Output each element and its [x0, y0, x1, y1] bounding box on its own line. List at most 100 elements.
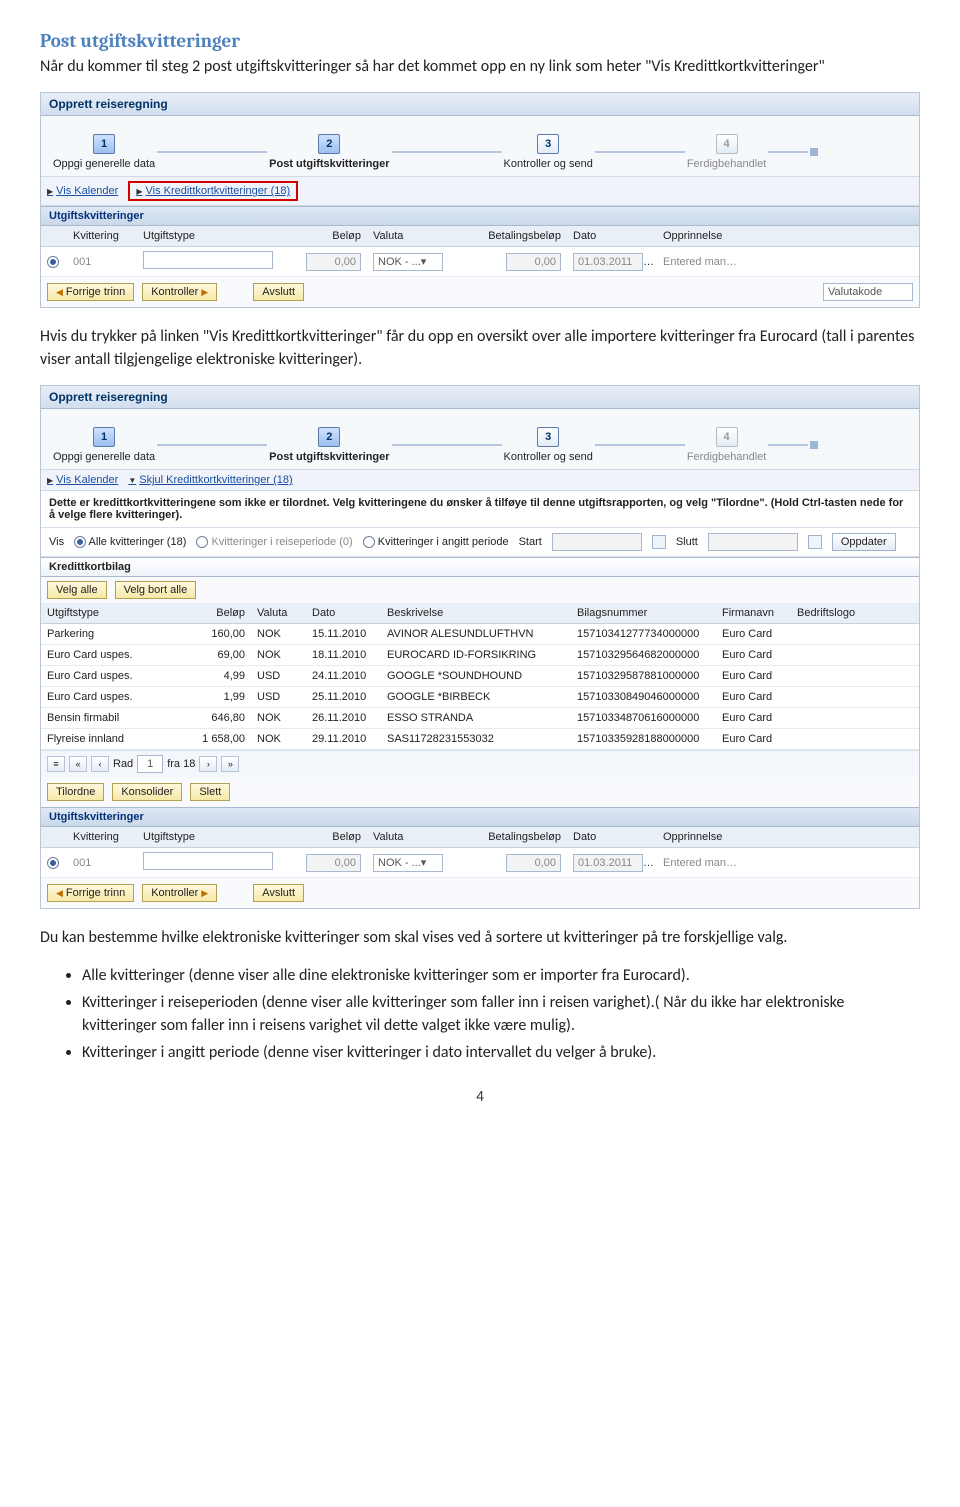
radio-trip-period: [196, 536, 208, 548]
filter-vis-label: Vis: [49, 536, 64, 548]
chevron-right-icon: ▶: [136, 187, 142, 196]
section-receipts-bar: Utgiftskvitteringer: [41, 807, 919, 827]
exit-button[interactable]: Avslutt: [253, 283, 304, 301]
bullet-list: Alle kvitteringer (denne viser alle dine…: [40, 964, 920, 1065]
pager-next-page[interactable]: »: [221, 756, 239, 772]
instruction-text: Dette er kredittkortkvitteringene som ik…: [41, 491, 919, 528]
intro-paragraph-2: Hvis du trykker på linken "Vis Kredittko…: [40, 326, 920, 371]
step-2[interactable]: 2: [318, 427, 340, 447]
pager-first[interactable]: ≡: [47, 756, 65, 772]
intro-paragraph-3: Du kan bestemme hvilke elektroniske kvit…: [40, 927, 920, 949]
step-3[interactable]: 3: [537, 427, 559, 447]
step-4: 4: [716, 427, 738, 447]
table-row[interactable]: Euro Card uspes.1,99USD25.11.2010GOOGLE …: [41, 687, 919, 708]
window-title: Opprett reiseregning: [41, 386, 919, 409]
step-1[interactable]: 1: [93, 427, 115, 447]
input-belop[interactable]: 0,00: [306, 253, 361, 271]
step-2[interactable]: 2: [318, 134, 340, 154]
list-item: Alle kvitteringer (denne viser alle dine…: [82, 964, 920, 987]
bilag-header: Utgiftstype Beløp Valuta Dato Beskrivels…: [41, 603, 919, 624]
receipt-row[interactable]: 001 0,00 NOK - ... ▾ 0,00 01.03.2011 Ent…: [41, 848, 919, 878]
col-utgiftstype: Utgiftstype: [137, 226, 287, 246]
col-opprinnelse: Opprinnelse: [657, 226, 747, 246]
prev-step-button[interactable]: ◀Forrige trinn: [47, 884, 134, 902]
link-calendar[interactable]: ▶ Vis Kalender: [47, 185, 118, 197]
calendar-icon[interactable]: [652, 535, 666, 549]
col-dato: Dato: [567, 226, 657, 246]
step-3-label: Kontroller og send: [504, 158, 593, 170]
list-item: Kvitteringer i reiseperioden (denne vise…: [82, 991, 920, 1037]
button-row: ◀Forrige trinn Kontroller▶ Avslutt: [41, 878, 919, 908]
pager-row-input[interactable]: 1: [137, 755, 163, 773]
wizard-steps: 1Oppgi generelle data 2Post utgiftskvitt…: [41, 409, 919, 469]
wizard-steps: 1 Oppgi generelle data 2 Post utgiftskvi…: [41, 116, 919, 176]
calendar-icon[interactable]: [808, 535, 822, 549]
page-number: 4: [40, 1088, 920, 1106]
bilag-action-row: Tilordne Konsolider Slett: [41, 777, 919, 807]
input-belop[interactable]: 0,00: [306, 854, 361, 872]
select-all-button[interactable]: Velg alle: [47, 581, 107, 599]
screenshot-1: Opprett reiseregning 1 Oppgi generelle d…: [40, 92, 920, 308]
link-hide-credit-receipts[interactable]: ▼Skjul Kredittkortkvitteringer (18): [128, 474, 292, 486]
col-kvittering: Kvittering: [67, 226, 137, 246]
intro-paragraph-1: Når du kommer til steg 2 post utgiftskvi…: [40, 56, 920, 78]
input-start-date[interactable]: [552, 533, 642, 551]
receipt-row[interactable]: 001 0,00 NOK - ... ▾ 0,00 01.03.2011 Ent…: [41, 247, 919, 277]
step-3[interactable]: 3: [537, 134, 559, 154]
window-title: Opprett reiseregning: [41, 93, 919, 116]
table-row[interactable]: Euro Card uspes.69,00NOK18.11.2010EUROCA…: [41, 645, 919, 666]
link-credit-receipts[interactable]: ▶ Vis Kredittkortkvitteringer (18): [128, 181, 298, 201]
toolbar: ▶Vis Kalender ▼Skjul Kredittkortkvitteri…: [41, 469, 919, 491]
link-calendar-label: Vis Kalender: [56, 185, 118, 197]
pager: ≡ « ‹ Rad 1 fra 18 › »: [41, 750, 919, 777]
step-1-label: Oppgi generelle data: [53, 158, 155, 170]
consolidate-button[interactable]: Konsolider: [112, 783, 182, 801]
screenshot-2: Opprett reiseregning 1Oppgi generelle da…: [40, 385, 920, 909]
col-betalingsbelop: Betalingsbeløp: [457, 226, 567, 246]
input-dato[interactable]: 01.03.2011: [573, 253, 643, 271]
input-betalingsbelop: 0,00: [506, 854, 561, 872]
table-row[interactable]: Parkering160,00NOK15.11.2010AVINOR ALESU…: [41, 624, 919, 645]
receipts-header: Kvittering Utgiftstype Beløp Valuta Beta…: [41, 226, 919, 247]
update-button[interactable]: Oppdater: [832, 533, 896, 551]
radio-specified-period[interactable]: [363, 536, 375, 548]
filter-slutt-label: Slutt: [676, 536, 698, 548]
receipts-header: Kvittering Utgiftstype Beløp Valuta Beta…: [41, 827, 919, 848]
step-4: 4: [716, 134, 738, 154]
section-heading: Post utgiftskvitteringer: [40, 30, 920, 52]
table-row[interactable]: Euro Card uspes.4,99USD24.11.2010GOOGLE …: [41, 666, 919, 687]
pager-next[interactable]: ›: [199, 756, 217, 772]
delete-button[interactable]: Slett: [190, 783, 230, 801]
pager-prev-page[interactable]: «: [69, 756, 87, 772]
select-valuta[interactable]: NOK - ... ▾: [373, 854, 443, 872]
assign-button[interactable]: Tilordne: [47, 783, 104, 801]
check-button[interactable]: Kontroller▶: [142, 283, 217, 301]
input-utgiftstype[interactable]: [143, 852, 273, 870]
col-valuta: Valuta: [367, 226, 457, 246]
step-4-label: Ferdigbehandlet: [687, 158, 767, 170]
chevron-right-icon: ▶: [47, 187, 53, 196]
radio-all-receipts[interactable]: [74, 536, 86, 548]
pager-prev[interactable]: ‹: [91, 756, 109, 772]
input-betalingsbelop: 0,00: [506, 253, 561, 271]
table-row[interactable]: Flyreise innland1 658,00NOK29.11.2010SAS…: [41, 729, 919, 750]
row-radio[interactable]: [47, 256, 59, 268]
row-origin: Entered manually: [657, 252, 747, 272]
input-end-date[interactable]: [708, 533, 798, 551]
section-bilag-bar: Kredittkortbilag: [41, 557, 919, 577]
prev-step-button[interactable]: ◀Forrige trinn: [47, 283, 134, 301]
table-row[interactable]: Bensin firmabil646,80NOK26.11.2010ESSO S…: [41, 708, 919, 729]
input-dato[interactable]: 01.03.2011: [573, 854, 643, 872]
row-id: 001: [67, 252, 137, 272]
input-utgiftstype[interactable]: [143, 251, 273, 269]
link-credit-receipts-label: Vis Kredittkortkvitteringer (18): [145, 185, 290, 197]
select-valuta[interactable]: NOK - ... ▾: [373, 253, 443, 271]
row-radio[interactable]: [47, 857, 59, 869]
link-calendar[interactable]: ▶Vis Kalender: [47, 474, 118, 486]
exit-button[interactable]: Avslutt: [253, 884, 304, 902]
select-button-row: Velg alle Velg bort alle: [41, 577, 919, 603]
step-1[interactable]: 1: [93, 134, 115, 154]
valutakode-input[interactable]: Valutakode: [823, 283, 913, 301]
deselect-all-button[interactable]: Velg bort alle: [115, 581, 197, 599]
check-button[interactable]: Kontroller▶: [142, 884, 217, 902]
